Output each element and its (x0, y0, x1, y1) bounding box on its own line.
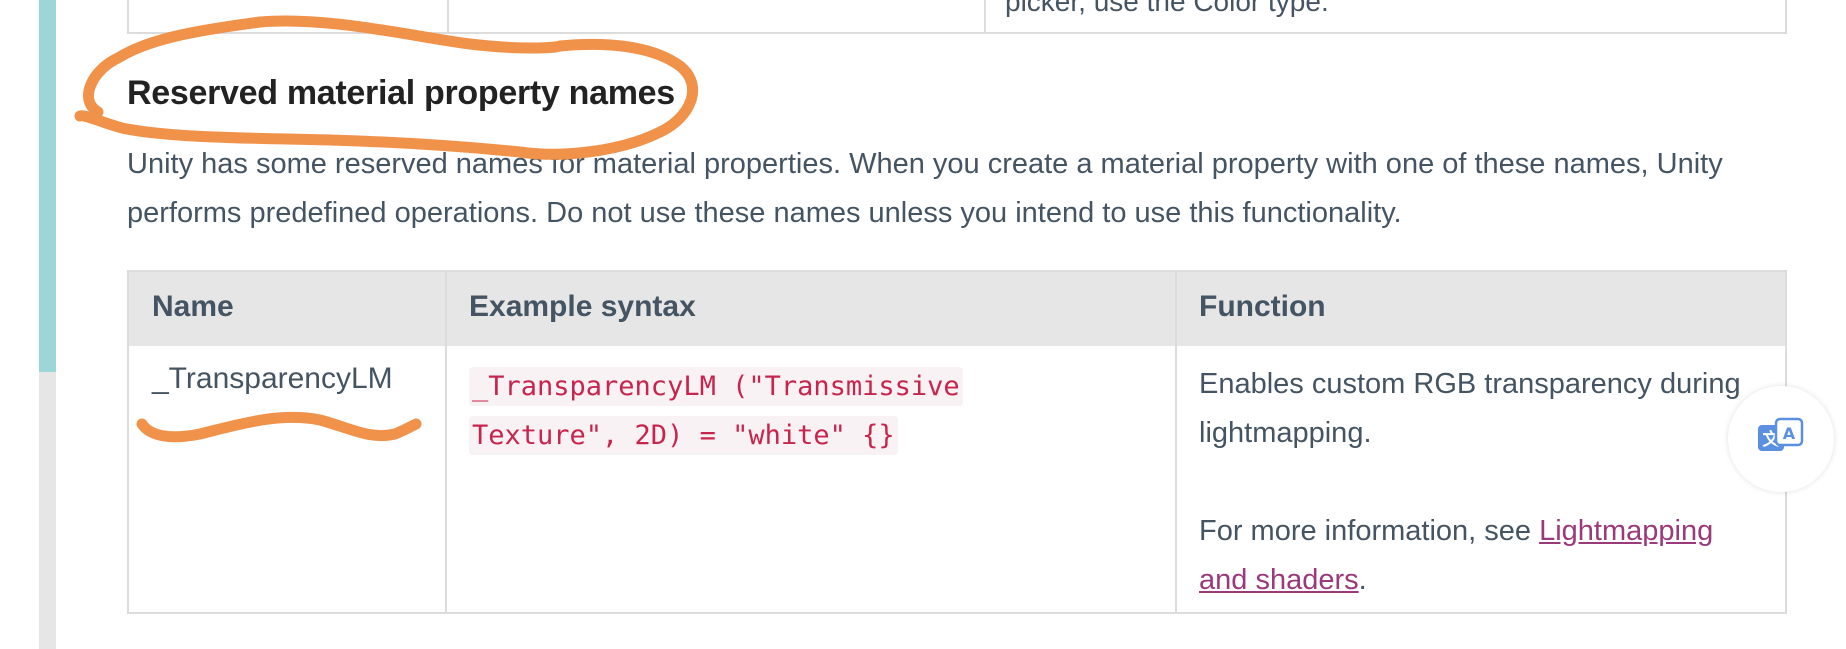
column-divider (445, 272, 447, 612)
table-cell-function: Enables custom RGB transparency during l… (1199, 360, 1769, 605)
reserved-names-table: Name Example syntax Function _Transparen… (127, 270, 1787, 614)
more-info-prefix: For more information, see (1199, 515, 1540, 547)
previous-table (127, 0, 1787, 34)
more-info-suffix: . (1358, 564, 1367, 596)
function-description: Enables custom RGB transparency during l… (1199, 368, 1741, 449)
column-header-syntax: Example syntax (469, 290, 696, 323)
previous-table-divider (984, 0, 986, 32)
previous-table-cell-text: picker, use the Color type. (1005, 0, 1329, 17)
table-header-row (129, 272, 1785, 346)
page: picker, use the Color type. Reserved mat… (0, 0, 1846, 649)
section-intro: Unity has some reserved names for materi… (127, 148, 1723, 229)
previous-table-divider (447, 0, 449, 32)
scroll-thumb[interactable] (39, 0, 56, 372)
column-header-name: Name (152, 290, 234, 323)
translate-button[interactable]: 文 A (1728, 386, 1834, 492)
code-snippet: _TransparencyLM ("Transmissive Texture",… (469, 367, 963, 455)
translate-icon: 文 A (1758, 417, 1804, 462)
column-header-function: Function (1199, 290, 1326, 323)
table-cell-name: _TransparencyLM (152, 362, 393, 395)
svg-text:A: A (1783, 424, 1796, 443)
section-heading: Reserved material property names (127, 74, 675, 112)
more-info-text: For more information, see Lightmapping a… (1199, 507, 1769, 605)
column-divider (1175, 272, 1177, 612)
table-cell-syntax: _TransparencyLM ("Transmissive Texture",… (469, 362, 1029, 460)
